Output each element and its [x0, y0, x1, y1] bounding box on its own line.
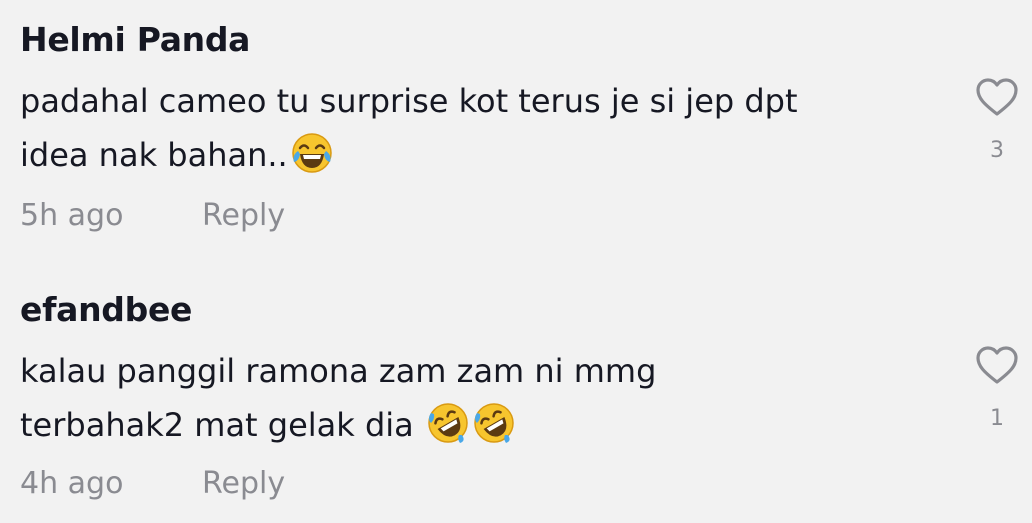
tears-of-joy-emoji — [291, 133, 332, 173]
comment-text-line-content: terbahak2 mat gelak dia — [20, 406, 424, 444]
comment-text-line-content: idea nak bahan.. — [20, 136, 288, 174]
comment-timestamp: 5h ago — [20, 198, 124, 233]
comment-text-line-2: idea nak bahan.. — [20, 128, 950, 182]
comment-text-line-2: terbahak2 mat gelak dia — [20, 398, 950, 452]
comment-text: padahal cameo tu surprise kot terus je s… — [20, 74, 950, 182]
rolling-on-floor-laughing-emoji — [474, 403, 514, 443]
comment-list: Helmi Panda padahal cameo tu surprise ko… — [0, 0, 1032, 523]
comment-meta: 5h ago Reply — [20, 198, 285, 233]
like-count: 3 — [990, 138, 1004, 163]
comment-username[interactable]: Helmi Panda — [20, 20, 250, 59]
heart-icon[interactable] — [974, 344, 1020, 386]
like-control[interactable]: 3 — [974, 76, 1020, 163]
comment-timestamp: 4h ago — [20, 466, 124, 501]
comment-item: Helmi Panda padahal cameo tu surprise ko… — [0, 0, 1032, 262]
heart-icon[interactable] — [974, 76, 1020, 118]
comment-username[interactable]: efandbee — [20, 290, 192, 329]
comment-item: efandbee kalau panggil ramona zam zam ni… — [0, 270, 1032, 523]
reply-button[interactable]: Reply — [202, 198, 285, 233]
like-control[interactable]: 1 — [974, 344, 1020, 431]
reply-button[interactable]: Reply — [202, 466, 285, 501]
rolling-on-floor-laughing-emoji — [428, 403, 468, 443]
comment-text: kalau panggil ramona zam zam ni mmg terb… — [20, 344, 950, 452]
comment-text-line: padahal cameo tu surprise kot terus je s… — [20, 82, 798, 120]
like-count: 1 — [990, 406, 1004, 431]
comment-meta: 4h ago Reply — [20, 466, 285, 501]
comment-text-line: kalau panggil ramona zam zam ni mmg — [20, 352, 657, 390]
